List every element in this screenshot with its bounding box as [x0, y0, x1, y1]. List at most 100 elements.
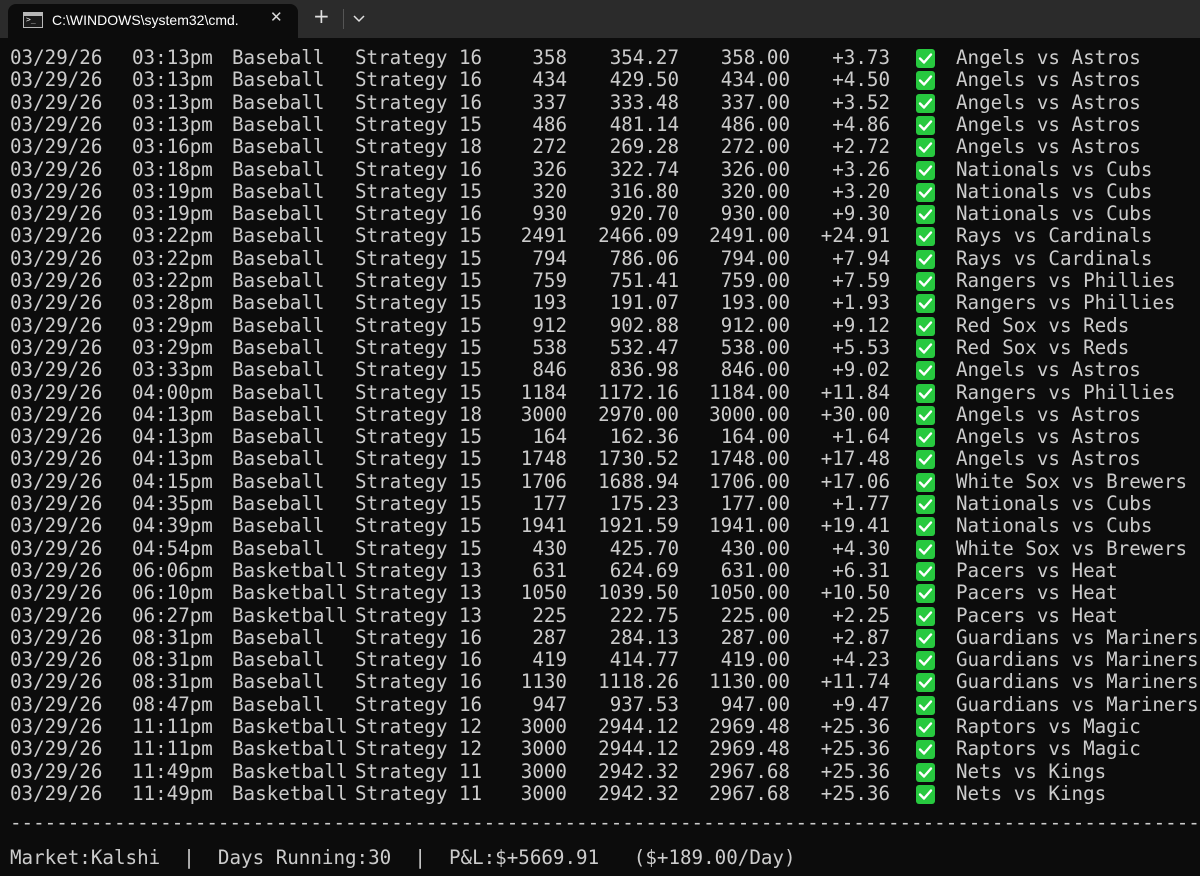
trade-game: Angels vs Astros — [956, 447, 1141, 471]
trade-pnl: +1.93 — [832, 291, 890, 315]
trade-sport: Basketball — [232, 737, 348, 761]
trade-time: 08:31pm — [132, 625, 213, 649]
check-box-icon — [916, 361, 935, 381]
trade-game: Nationals vs Cubs — [956, 179, 1153, 203]
trade-payout: 2967.68 — [709, 759, 790, 783]
separator-line: ----------------------------------------… — [10, 812, 1200, 834]
trade-time: 04:15pm — [132, 469, 213, 493]
trade-payout: 177.00 — [720, 492, 790, 515]
trade-payout: 947.00 — [720, 692, 790, 716]
trade-cost: 1039.50 — [598, 581, 679, 605]
trade-date: 03/29/26 — [10, 269, 103, 292]
trade-pnl: +4.50 — [832, 68, 890, 92]
trade-time: 08:31pm — [132, 670, 213, 694]
trade-date: 03/29/26 — [10, 625, 103, 649]
trade-pnl: +2.72 — [832, 135, 890, 159]
trade-time: 03:18pm — [132, 157, 213, 181]
trade-date: 03/29/26 — [10, 536, 103, 560]
trade-quantity: 1184 — [520, 380, 567, 404]
trade-cost: 836.98 — [609, 358, 679, 382]
trade-time: 11:11pm — [132, 715, 213, 738]
trade-strategy: Strategy 15 — [355, 447, 483, 471]
check-box-icon — [916, 160, 935, 180]
trade-game: Angels vs Astros — [956, 402, 1141, 426]
close-icon[interactable]: ✕ — [270, 8, 283, 26]
trade-date: 03/29/26 — [10, 514, 103, 538]
trade-strategy: Strategy 15 — [355, 425, 483, 449]
trade-pnl: +25.36 — [820, 737, 890, 761]
trade-time: 03:29pm — [132, 335, 213, 359]
trade-strategy: Strategy 13 — [355, 603, 483, 627]
check-box-icon — [916, 93, 935, 113]
trade-date: 03/29/26 — [10, 90, 103, 114]
trade-cost: 191.07 — [609, 291, 679, 315]
trade-quantity: 3000 — [520, 737, 567, 761]
trade-game: Pacers vs Heat — [956, 603, 1118, 627]
trade-cost: 1921.59 — [598, 514, 679, 538]
trade-cost: 481.14 — [609, 112, 679, 136]
trade-time: 04:39pm — [132, 514, 213, 538]
trade-cost: 2942.32 — [598, 759, 679, 783]
trade-sport: Baseball — [232, 625, 325, 649]
trade-strategy: Strategy 15 — [355, 224, 483, 248]
trade-strategy: Strategy 16 — [355, 202, 483, 226]
check-box-icon — [916, 718, 935, 737]
trade-time: 03:13pm — [132, 112, 213, 136]
trade-date: 03/29/26 — [10, 291, 103, 315]
tab-cmd[interactable]: C:\WINDOWS\system32\cmd. ✕ — [8, 4, 298, 38]
trade-sport: Baseball — [232, 514, 325, 538]
trade-cost: 354.27 — [609, 46, 679, 69]
trade-quantity: 164 — [532, 425, 567, 449]
trade-pnl: +4.30 — [832, 536, 890, 560]
check-box-icon — [916, 450, 935, 470]
trade-date: 03/29/26 — [10, 112, 103, 136]
trade-sport: Baseball — [232, 46, 325, 69]
trade-game: Nationals vs Cubs — [956, 492, 1153, 515]
trade-cost: 2944.12 — [598, 737, 679, 761]
trade-payout: 337.00 — [720, 90, 790, 114]
check-box-icon — [916, 606, 935, 626]
check-box-icon — [916, 472, 935, 492]
trade-date: 03/29/26 — [10, 358, 103, 382]
trade-time: 06:10pm — [132, 581, 213, 605]
trade-game: Nets vs Kings — [956, 781, 1107, 805]
trade-date: 03/29/26 — [10, 402, 103, 426]
trade-payout: 486.00 — [720, 112, 790, 136]
trade-payout: 794.00 — [720, 246, 790, 270]
trade-cost: 425.70 — [609, 536, 679, 560]
trade-game: Rangers vs Phillies — [956, 269, 1176, 292]
trade-quantity: 358 — [532, 46, 567, 69]
trade-date: 03/29/26 — [10, 558, 103, 582]
trade-time: 03:22pm — [132, 224, 213, 248]
check-box-icon — [916, 316, 935, 336]
trade-pnl: +3.26 — [832, 157, 890, 181]
trade-cost: 751.41 — [609, 269, 679, 292]
chevron-down-icon[interactable] — [352, 8, 366, 32]
trade-quantity: 3000 — [520, 781, 567, 805]
trade-date: 03/29/26 — [10, 202, 103, 226]
trade-time: 04:00pm — [132, 380, 213, 404]
trade-payout: 1941.00 — [709, 514, 790, 538]
trade-sport: Baseball — [232, 447, 325, 471]
trade-cost: 624.69 — [609, 558, 679, 582]
check-box-icon — [916, 138, 935, 158]
trade-sport: Baseball — [232, 269, 325, 292]
trade-date: 03/29/26 — [10, 603, 103, 627]
trade-cost: 2466.09 — [598, 224, 679, 248]
trade-sport: Basketball — [232, 603, 348, 627]
trade-strategy: Strategy 15 — [355, 246, 483, 270]
trade-strategy: Strategy 16 — [355, 625, 483, 649]
trade-strategy: Strategy 15 — [355, 380, 483, 404]
plus-icon[interactable]: + — [313, 4, 330, 28]
summary-line: Market:Kalshi | Days Running:30 | P&L:$+… — [10, 846, 796, 869]
trade-game: Guardians vs Mariners — [956, 692, 1199, 716]
trade-game: Angels vs Astros — [956, 90, 1141, 114]
trade-payout: 272.00 — [720, 135, 790, 159]
trade-strategy: Strategy 13 — [355, 558, 483, 582]
tab-bar: C:\WINDOWS\system32\cmd. ✕ + — [0, 0, 1200, 38]
check-box-icon — [916, 405, 935, 425]
trade-quantity: 337 — [532, 90, 567, 114]
trade-payout: 912.00 — [720, 313, 790, 337]
trade-time: 04:35pm — [132, 492, 213, 515]
trade-cost: 786.06 — [609, 246, 679, 270]
